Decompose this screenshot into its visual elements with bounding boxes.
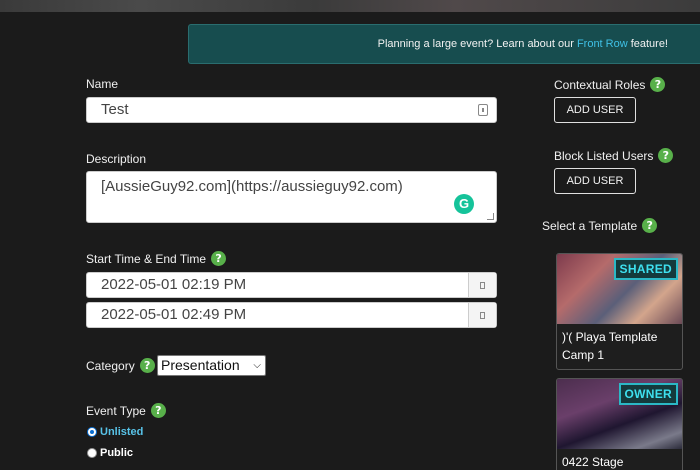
description-value: [AussieGuy92.com](https://aussieguy92.co… xyxy=(101,178,403,195)
banner-text: Planning a large event? Learn about our xyxy=(377,38,574,50)
name-label: Name xyxy=(86,77,118,91)
autofill-icon[interactable] xyxy=(478,104,488,116)
event-type-label: Event Type ? xyxy=(86,403,166,418)
event-type-public-radio[interactable]: Public xyxy=(87,447,133,459)
help-icon[interactable]: ? xyxy=(650,77,666,92)
name-input[interactable]: Test xyxy=(86,97,497,123)
category-label-text: Category xyxy=(86,358,135,373)
radio-selected-icon xyxy=(87,427,97,437)
start-time-value: 2022-05-01 02:19 PM xyxy=(101,276,247,293)
end-time-input[interactable]: 2022-05-01 02:49 PM xyxy=(86,302,497,328)
time-label: Start Time & End Time ? xyxy=(86,251,227,266)
unlisted-label: Unlisted xyxy=(100,426,144,438)
owner-badge: OWNER xyxy=(618,383,678,405)
front-row-link[interactable]: Front Row xyxy=(577,38,628,50)
hero-image-strip xyxy=(0,0,700,12)
calendar-icon[interactable] xyxy=(468,273,496,297)
help-icon[interactable]: ? xyxy=(642,218,658,233)
grammarly-icon[interactable]: G xyxy=(454,194,474,214)
shared-badge: SHARED xyxy=(613,258,678,280)
category-select-value: Presentation xyxy=(161,357,240,373)
template-label: Select a Template ? xyxy=(542,218,658,233)
help-icon[interactable]: ? xyxy=(211,251,227,266)
event-type-unlisted-radio[interactable]: Unlisted xyxy=(87,426,143,438)
resize-handle-icon[interactable] xyxy=(487,213,494,220)
template-title: )'( Playa Template Camp 1 xyxy=(562,330,658,362)
block-listed-label: Block Listed Users ? xyxy=(554,148,674,163)
public-label: Public xyxy=(100,447,134,459)
name-label-text: Name xyxy=(86,77,119,91)
description-label-text: Description xyxy=(86,152,147,166)
contextual-roles-text: Contextual Roles xyxy=(554,77,646,92)
help-icon[interactable]: ? xyxy=(150,403,166,418)
description-label: Description xyxy=(86,152,146,166)
add-blocked-user-button[interactable]: ADD USER xyxy=(554,168,636,194)
category-label: Category ? xyxy=(86,358,155,373)
help-icon[interactable]: ? xyxy=(139,358,155,373)
contextual-roles-label: Contextual Roles ? xyxy=(554,77,666,92)
radio-unselected-icon xyxy=(87,448,97,458)
category-select[interactable]: Presentation ⌵ xyxy=(157,355,266,376)
template-card[interactable]: SHARED )'( Playa Template Camp 1 xyxy=(556,253,683,370)
block-listed-text: Block Listed Users xyxy=(554,148,654,163)
description-textarea[interactable]: [AussieGuy92.com](https://aussieguy92.co… xyxy=(86,171,497,223)
calendar-icon[interactable] xyxy=(468,303,496,327)
time-label-text: Start Time & End Time xyxy=(86,251,207,266)
template-label-text: Select a Template xyxy=(542,218,638,233)
template-card[interactable]: OWNER 0422 Stage xyxy=(556,378,683,470)
help-icon[interactable]: ? xyxy=(658,148,674,163)
template-title: 0422 Stage xyxy=(562,455,624,469)
template-thumbnail: OWNER xyxy=(557,379,682,449)
end-time-value: 2022-05-01 02:49 PM xyxy=(101,306,247,323)
event-type-label-text: Event Type xyxy=(86,403,146,418)
chevron-down-icon: ⌵ xyxy=(253,360,261,371)
add-contextual-user-button[interactable]: ADD USER xyxy=(554,97,636,123)
name-input-value: Test xyxy=(101,101,129,118)
front-row-banner: Planning a large event? Learn about our … xyxy=(188,24,700,64)
start-time-input[interactable]: 2022-05-01 02:19 PM xyxy=(86,272,497,298)
banner-suffix: feature! xyxy=(630,38,668,50)
template-thumbnail: SHARED xyxy=(557,254,682,324)
